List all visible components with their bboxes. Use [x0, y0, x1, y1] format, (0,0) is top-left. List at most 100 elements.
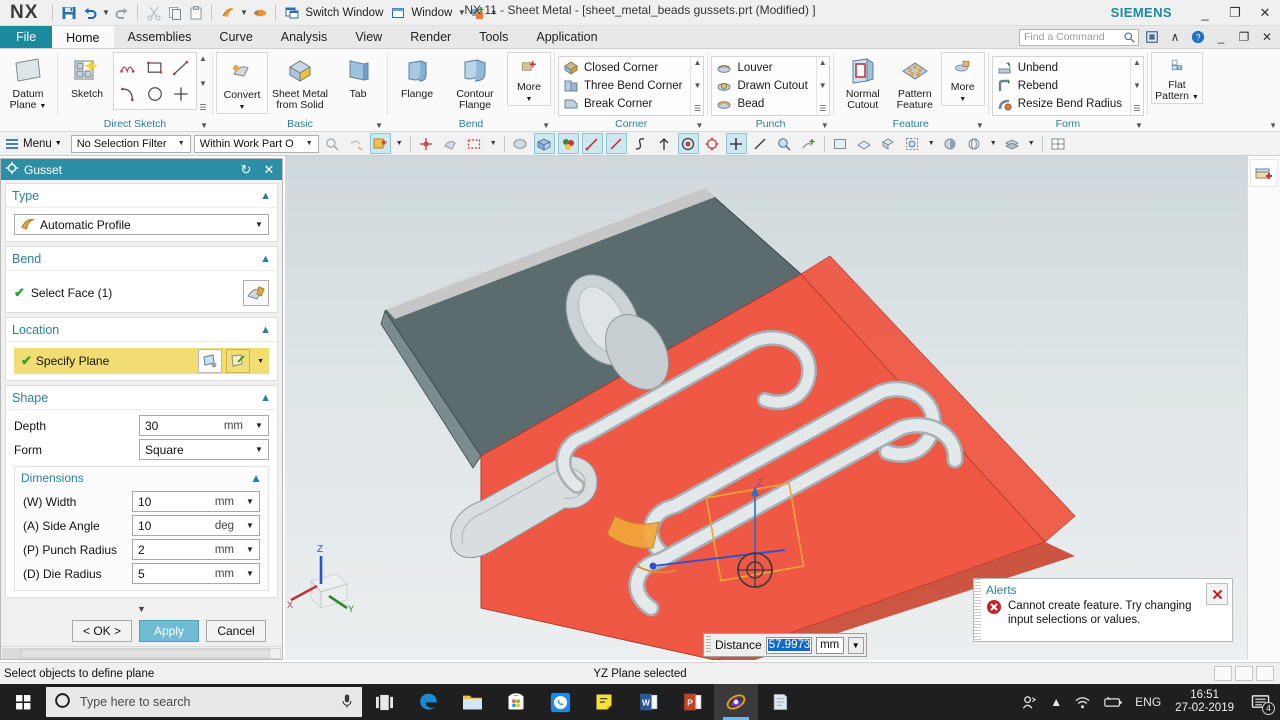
width-input[interactable]: 10 mm ▼: [132, 491, 260, 512]
corner-dialog-launcher[interactable]: ▼: [696, 121, 704, 130]
form-dialog-launcher[interactable]: ▼: [1135, 121, 1143, 130]
orientation-triad[interactable]: Z X Y: [287, 544, 354, 614]
punch-radius-input[interactable]: 2 mm ▼: [132, 539, 260, 560]
taskbar-clock[interactable]: 16:51 27-02-2019: [1167, 689, 1242, 715]
tab-analysis[interactable]: Analysis: [267, 26, 342, 48]
direct-sketch-scroll[interactable]: ▲ ▼ ☰: [197, 52, 209, 112]
distance-input[interactable]: 57.9973: [765, 636, 812, 654]
display-dropdown-icon[interactable]: ▼: [988, 133, 999, 154]
pattern-feature-button[interactable]: Pattern Feature: [889, 52, 941, 111]
collapse-dialog-button[interactable]: ▼: [5, 602, 278, 617]
more-bend-button[interactable]: More ▼: [507, 52, 551, 106]
tab-button[interactable]: Tab: [332, 52, 384, 100]
scroll-thumb[interactable]: [21, 648, 270, 658]
type-dropdown[interactable]: Automatic Profile ▼: [14, 214, 269, 235]
menu-button[interactable]: Menu ▼: [2, 136, 68, 152]
basic-dialog-launcher[interactable]: ▼: [375, 121, 383, 130]
scroll-down-icon[interactable]: ▼: [1133, 82, 1141, 90]
scroll-up-icon[interactable]: ▲: [693, 59, 701, 67]
drawn-cutout-button[interactable]: Drawn Cutout: [716, 77, 811, 95]
microphone-icon[interactable]: [340, 693, 354, 712]
select-face-button[interactable]: [243, 280, 269, 306]
viewport-resource-bar[interactable]: [1247, 156, 1280, 660]
shading-icon[interactable]: [940, 133, 961, 154]
circle-tool[interactable]: [142, 81, 168, 107]
add-tool-icon[interactable]: [467, 2, 488, 23]
undo-dropdown-icon[interactable]: ▼: [100, 3, 111, 23]
wireframe-icon[interactable]: [964, 133, 985, 154]
feature-dialog-launcher[interactable]: ▼: [976, 121, 984, 130]
scroll-up-icon[interactable]: ▲: [197, 54, 209, 63]
csys-icon[interactable]: [702, 133, 723, 154]
distance-input-widget[interactable]: Distance 57.9973 mm ▼: [703, 633, 867, 657]
deselect-icon[interactable]: [346, 133, 367, 154]
cancel-button[interactable]: Cancel: [206, 620, 266, 642]
resize-bend-radius-button[interactable]: Resize Bend Radius: [997, 95, 1126, 113]
chevron-down-icon[interactable]: ▼: [847, 636, 864, 654]
tab-curve[interactable]: Curve: [205, 26, 266, 48]
specify-plane-select-button[interactable]: [226, 349, 251, 373]
redo-icon[interactable]: [111, 2, 132, 23]
select-mode-dropdown-icon[interactable]: ▼: [488, 133, 499, 154]
close-window-button[interactable]: ✕: [1250, 0, 1280, 26]
scroll-up-icon[interactable]: ▲: [819, 59, 827, 67]
section-header-location[interactable]: Location ▲: [6, 318, 277, 342]
display-mode-icon[interactable]: [1142, 28, 1162, 47]
gusset-dialog[interactable]: Gusset ↻ ✕ Type ▲ Automatic Profile ▼ Be…: [0, 158, 283, 660]
tab-render[interactable]: Render: [396, 26, 465, 48]
rectangle-tool[interactable]: [142, 55, 168, 81]
start-button[interactable]: [0, 684, 46, 720]
wifi-icon[interactable]: [1068, 684, 1097, 720]
taskbar-sticky-notes-button[interactable]: [582, 684, 626, 720]
reset-dialog-button[interactable]: ↻: [237, 162, 255, 178]
section-header-shape[interactable]: Shape ▲: [6, 386, 277, 410]
tab-file[interactable]: File: [0, 26, 53, 48]
scroll-expand-icon[interactable]: ☰: [197, 103, 209, 112]
add-point-icon[interactable]: [725, 133, 747, 154]
convert-button[interactable]: Convert ▼: [216, 52, 268, 114]
selection-scope-dropdown[interactable]: Within Work Part O ▼: [193, 134, 319, 153]
tab-application[interactable]: Application: [522, 26, 611, 48]
color-display-icon[interactable]: [557, 133, 579, 154]
section-header-bend[interactable]: Bend ▲: [6, 247, 277, 271]
rectangle-select-icon[interactable]: [464, 133, 485, 154]
taskbar-powerpoint-button[interactable]: P: [670, 684, 714, 720]
drag-handle[interactable]: [706, 636, 711, 654]
start-icon[interactable]: [249, 2, 270, 23]
scroll-down-icon[interactable]: ▼: [819, 82, 827, 90]
datum-plane-button[interactable]: Datum Plane ▼: [2, 52, 54, 112]
scroll-down-icon[interactable]: ▼: [197, 79, 209, 88]
scroll-expand-icon[interactable]: ☰: [819, 105, 826, 113]
add-datum-icon[interactable]: [798, 133, 819, 154]
minimize-ribbon-icon[interactable]: ∧: [1165, 28, 1185, 47]
sheet-metal-from-solid-button[interactable]: Sheet Metal from Solid: [268, 52, 332, 111]
line-tool[interactable]: [168, 55, 194, 81]
apply-button[interactable]: Apply: [139, 620, 199, 642]
arc-tool[interactable]: [116, 81, 142, 107]
minimize-window-button[interactable]: _: [1190, 0, 1220, 26]
help-icon[interactable]: ?: [1188, 28, 1208, 47]
window-dropdown-icon[interactable]: ▼: [456, 3, 467, 23]
scroll-expand-icon[interactable]: ☰: [694, 105, 701, 113]
action-center-button[interactable]: 4: [1242, 684, 1278, 720]
punch-dialog-launcher[interactable]: ▼: [821, 121, 829, 130]
ribbon-overflow-icon[interactable]: ▼: [1269, 121, 1277, 130]
restore-window-button[interactable]: ❐: [1220, 0, 1250, 26]
chevron-down-icon[interactable]: ▼: [243, 569, 257, 578]
chevron-up-icon[interactable]: ▲: [260, 392, 271, 404]
taskbar-search-box[interactable]: Type here to search: [46, 687, 362, 717]
taskbar-whatsapp-button[interactable]: [538, 684, 582, 720]
more-feature-button[interactable]: More ▼: [940, 52, 985, 106]
copy-icon[interactable]: [164, 2, 185, 23]
cut-icon[interactable]: [143, 2, 164, 23]
switch-window-button[interactable]: Switch Window: [281, 2, 387, 24]
snap-settings-icon[interactable]: [322, 133, 343, 154]
taskbar-store-button[interactable]: [494, 684, 538, 720]
window-layout-icon[interactable]: [1048, 133, 1069, 154]
save-icon[interactable]: [58, 2, 79, 23]
three-bend-corner-button[interactable]: Three Bend Corner: [563, 77, 686, 95]
point-constructor-icon[interactable]: [677, 133, 699, 154]
scroll-down-icon[interactable]: ▼: [693, 82, 701, 90]
close-alerts-button[interactable]: [1206, 583, 1228, 605]
window-menu-button[interactable]: Window ▼: [387, 2, 467, 24]
